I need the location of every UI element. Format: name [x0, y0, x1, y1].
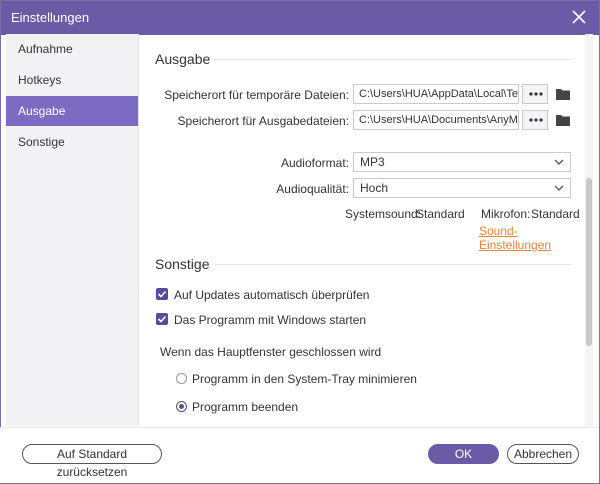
ok-button[interactable]: OK	[428, 444, 499, 464]
folder-icon[interactable]	[555, 113, 571, 127]
chevron-down-icon	[554, 159, 564, 165]
systemsound-value: Standard	[416, 207, 465, 221]
audioquality-label: Audioqualität:	[276, 182, 349, 196]
audioquality-select[interactable]: Hoch	[353, 178, 571, 198]
startup-checkbox-label[interactable]: Das Programm mit Windows starten	[174, 313, 366, 327]
close-behavior-heading: Wenn das Hauptfenster geschlossen wird	[160, 345, 382, 359]
browse-temp-button[interactable]	[522, 84, 548, 104]
updates-checkbox[interactable]	[156, 288, 168, 300]
section-title-sonstige: Sonstige	[155, 256, 210, 272]
cancel-button[interactable]: Abbrechen	[507, 444, 579, 464]
output-path-label: Speicherort für Ausgabedateien:	[177, 114, 349, 128]
sidebar: Aufnahme Hotkeys Ausgabe Sonstige	[6, 34, 139, 426]
audioquality-value: Hoch	[360, 181, 389, 195]
mikrofon-value: Standard	[531, 207, 580, 221]
footer-bar: Auf Standard zurücksetzen OK Abbrechen	[0, 427, 598, 483]
audioformat-value: MP3	[360, 155, 385, 169]
temp-path-label: Speicherort für temporäre Dateien:	[164, 88, 349, 102]
radio-exit-program[interactable]	[176, 401, 187, 412]
title-bar: Einstellungen	[1, 1, 599, 35]
reset-defaults-button[interactable]: Auf Standard zurücksetzen	[22, 444, 162, 479]
check-icon	[157, 315, 167, 323]
sidebar-item-hotkeys[interactable]: Hotkeys	[6, 65, 138, 95]
output-path-field[interactable]: C:\Users\HUA\Documents\AnyMP4	[353, 110, 519, 130]
check-icon	[157, 290, 167, 298]
folder-icon[interactable]	[555, 87, 571, 101]
more-icon	[529, 92, 543, 96]
scrollbar-thumb[interactable]	[586, 178, 592, 346]
section-divider	[213, 59, 571, 60]
sidebar-item-sonstige[interactable]: Sonstige	[6, 127, 138, 157]
chevron-down-icon	[554, 185, 564, 191]
section-title-ausgabe: Ausgabe	[155, 51, 211, 67]
mikrofon-label: Mikrofon:	[481, 207, 531, 221]
radio-minimize-tray[interactable]	[176, 373, 187, 384]
sound-settings-link[interactable]: Sound-Einstellungen	[479, 224, 585, 252]
more-icon	[529, 118, 543, 122]
startup-checkbox[interactable]	[156, 313, 168, 325]
radio-minimize-tray-label[interactable]: Programm in den System-Tray minimieren	[192, 372, 417, 386]
systemsound-label: Systemsound:	[345, 207, 422, 221]
window-title: Einstellungen	[11, 10, 90, 25]
audioformat-label: Audioformat:	[280, 156, 349, 170]
browse-output-button[interactable]	[522, 110, 548, 130]
sidebar-item-aufnahme[interactable]: Aufnahme	[6, 34, 138, 64]
audioformat-select[interactable]: MP3	[353, 152, 571, 172]
updates-checkbox-label[interactable]: Auf Updates automatisch überprüfen	[174, 288, 369, 302]
close-icon[interactable]	[569, 7, 589, 27]
radio-exit-program-label[interactable]: Programm beenden	[192, 400, 298, 414]
section-divider	[215, 264, 571, 265]
temp-path-field[interactable]: C:\Users\HUA\AppData\Local\Temp	[353, 84, 519, 104]
settings-content: Ausgabe Speicherort für temporäre Dateie…	[139, 34, 585, 426]
sidebar-item-ausgabe[interactable]: Ausgabe	[6, 96, 138, 126]
